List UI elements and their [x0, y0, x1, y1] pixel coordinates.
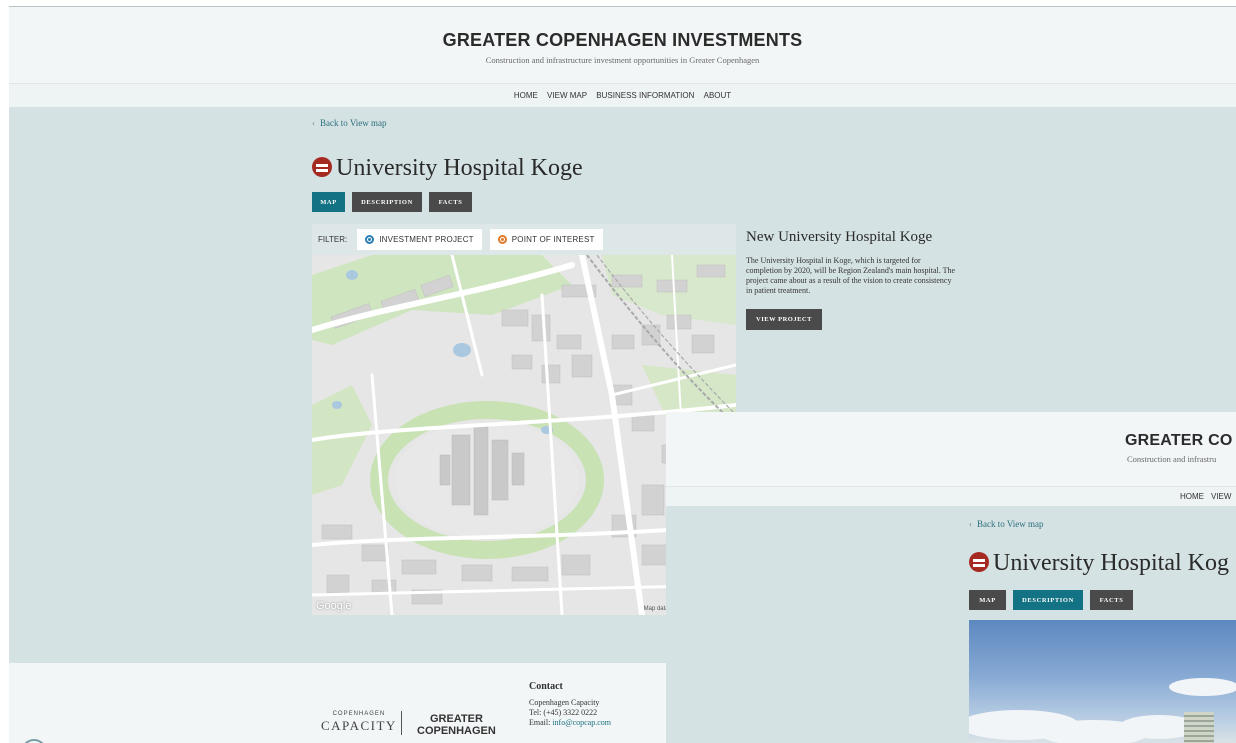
- back-to-map-link[interactable]: ‹ Back to View map: [312, 118, 387, 128]
- nav-item-about[interactable]: ABOUT: [704, 84, 732, 108]
- project-info-panel: New University Hospital Koge The Univers…: [746, 229, 958, 330]
- nav-item-view-b[interactable]: VIEW: [1211, 487, 1231, 507]
- nav-item-home-b[interactable]: HOME: [1180, 487, 1204, 507]
- main-nav-b: HOME VIEW: [666, 486, 1236, 506]
- nav-item-business-information[interactable]: BUSINESS INFORMATION: [596, 84, 694, 108]
- tab-description-b[interactable]: DESCRIPTION: [1013, 590, 1083, 610]
- site-subtitle: Construction and infrastructure investme…: [485, 55, 760, 65]
- contact-email-line: Email: info@copcap.com: [529, 718, 611, 728]
- building-icon: [1184, 712, 1214, 743]
- contact-heading: Contact: [529, 681, 563, 692]
- back-link-label: Back to View map: [320, 118, 387, 128]
- logo-gc-line2: COPENHAGEN: [417, 725, 496, 737]
- tab-map[interactable]: MAP: [312, 192, 345, 212]
- hospital-pin-icon-b: [969, 552, 989, 573]
- chevron-left-icon-b: ‹: [969, 519, 972, 529]
- contact-block: Contact Copenhagen Capacity Tel: (+45) 3…: [529, 682, 611, 728]
- copenhagen-capacity-logo[interactable]: COPENHAGEN CAPACITY: [321, 711, 397, 734]
- chevron-left-icon: ‹: [312, 118, 315, 128]
- map-filter-bar: FILTER: INVESTMENT PROJECT POINT OF INTE…: [312, 224, 736, 255]
- content-tabs-b: MAP DESCRIPTION FACTS: [969, 590, 1133, 610]
- tab-description[interactable]: DESCRIPTION: [352, 192, 422, 212]
- google-logo: Google: [316, 600, 352, 612]
- filter-investment-project[interactable]: INVESTMENT PROJECT: [357, 229, 482, 250]
- contact-email-label: Email:: [529, 718, 551, 727]
- back-to-map-link-b[interactable]: ‹ Back to View map: [969, 519, 1044, 529]
- logo-divider: [401, 711, 402, 735]
- main-nav: HOME VIEW MAP BUSINESS INFORMATION ABOUT: [9, 83, 1236, 107]
- site-header-b: GREATER CO Construction and infrastru: [666, 412, 1236, 486]
- tab-facts-b[interactable]: FACTS: [1090, 590, 1133, 610]
- project-description: The University Hospital in Koge, which i…: [746, 256, 956, 295]
- filter-label: FILTER:: [318, 235, 348, 244]
- site-title[interactable]: GREATER COPENHAGEN INVESTMENTS: [9, 7, 1236, 51]
- greater-copenhagen-logo[interactable]: GREATER COPENHAGEN: [417, 713, 496, 737]
- point-of-interest-icon: [497, 235, 507, 244]
- browser-window-description-view: GREATER CO Construction and infrastru HO…: [666, 412, 1236, 743]
- contact-email-link[interactable]: info@copcap.com: [552, 718, 611, 727]
- page-title-text: University Hospital Koge: [336, 155, 583, 181]
- page-title-b: University Hospital Kog: [969, 550, 1229, 577]
- site-title-b[interactable]: GREATER CO: [1125, 432, 1232, 450]
- logo-gc-line1: GREATER: [429, 713, 483, 725]
- nav-item-home[interactable]: HOME: [514, 84, 538, 108]
- logo-cc-big: CAPACITY: [321, 718, 397, 733]
- project-photo: [969, 620, 1236, 743]
- content-tabs: MAP DESCRIPTION FACTS: [312, 192, 472, 212]
- contact-tel: Tel: (+45) 3322 0222: [529, 708, 598, 717]
- logo-cc-small: COPENHAGEN: [332, 711, 386, 717]
- filter-point-of-interest-label: POINT OF INTEREST: [511, 235, 595, 244]
- filter-point-of-interest[interactable]: POINT OF INTEREST: [489, 229, 603, 250]
- filter-investment-project-label: INVESTMENT PROJECT: [379, 235, 474, 244]
- page-title: University Hospital Koge: [312, 155, 583, 182]
- site-subtitle-b: Construction and infrastru: [1127, 454, 1217, 464]
- nav-item-view-map[interactable]: VIEW MAP: [547, 84, 587, 108]
- cloud-shape: [1169, 678, 1236, 696]
- hospital-pin-icon: [312, 157, 332, 178]
- view-project-button[interactable]: VIEW PROJECT: [746, 309, 822, 330]
- investment-project-icon: [365, 235, 375, 244]
- contact-org: Copenhagen Capacity: [529, 698, 600, 707]
- round-badge-icon: [21, 739, 47, 743]
- project-heading: New University Hospital Koge: [746, 229, 933, 245]
- tab-facts[interactable]: FACTS: [429, 192, 472, 212]
- page-title-text-b: University Hospital Kog: [993, 550, 1229, 576]
- tab-map-b[interactable]: MAP: [969, 590, 1006, 610]
- back-link-label-b: Back to View map: [977, 519, 1044, 529]
- site-header: GREATER COPENHAGEN INVESTMENTS Construct…: [9, 7, 1236, 83]
